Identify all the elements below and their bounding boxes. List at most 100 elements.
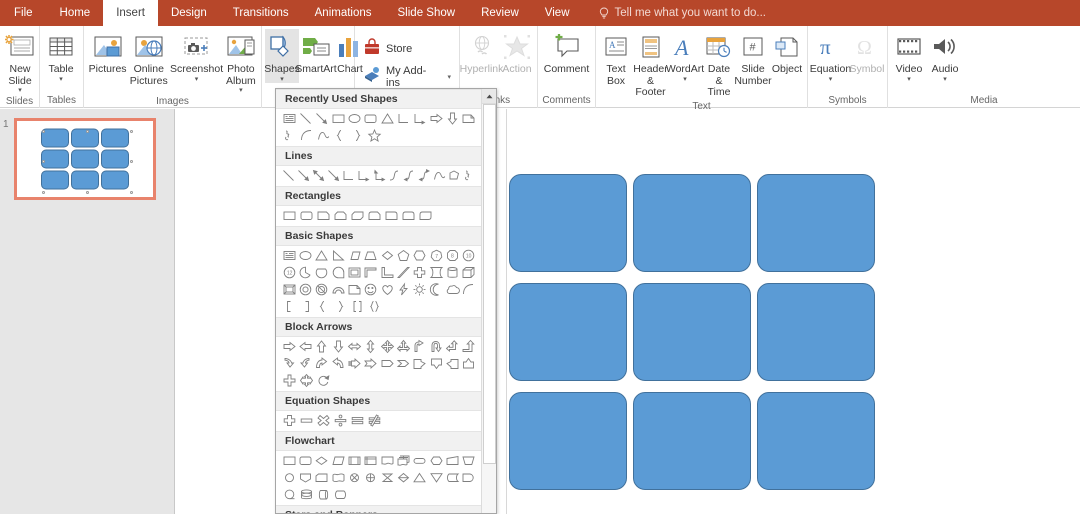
- right-arrow-icon[interactable]: [428, 110, 444, 127]
- flowchart-card-icon[interactable]: [314, 469, 330, 486]
- flowchart-punched-tape-icon[interactable]: [330, 469, 346, 486]
- round-same-side-corner-icon[interactable]: [400, 207, 417, 224]
- left-bracket-icon[interactable]: [281, 298, 298, 315]
- tab-review[interactable]: Review: [468, 0, 532, 26]
- rectangle-icon[interactable]: [330, 110, 346, 127]
- trapezoid-icon[interactable]: [363, 247, 379, 264]
- tab-file[interactable]: File: [0, 0, 47, 26]
- tab-view[interactable]: View: [532, 0, 583, 26]
- slide-shape-rounded-rectangle[interactable]: [633, 392, 751, 490]
- freeform-scribble-icon[interactable]: [462, 167, 477, 184]
- table-button[interactable]: Table ▾: [43, 29, 79, 83]
- scroll-up-arrow-icon[interactable]: [482, 89, 496, 104]
- donut-icon[interactable]: [297, 281, 313, 298]
- pentagon-arrow-icon[interactable]: [379, 355, 395, 372]
- flowchart-sort-icon[interactable]: [395, 469, 411, 486]
- pie-icon[interactable]: [297, 264, 313, 281]
- plus-sign-icon[interactable]: [281, 412, 298, 429]
- down-arrow-callout-icon[interactable]: [428, 355, 444, 372]
- audio-button[interactable]: Audio ▾: [927, 29, 963, 83]
- arc-icon[interactable]: [461, 281, 477, 298]
- curved-down-arrow-icon[interactable]: [330, 355, 346, 372]
- left-right-arrow-icon[interactable]: [346, 338, 362, 355]
- header-footer-button[interactable]: Header & Footer: [633, 29, 668, 99]
- scrollbar-thumb[interactable]: [483, 104, 496, 464]
- folded-corner-icon[interactable]: [346, 281, 362, 298]
- flowchart-predefined-process-icon[interactable]: [346, 452, 362, 469]
- slide-shape-rounded-rectangle[interactable]: [757, 392, 875, 490]
- tab-insert[interactable]: Insert: [103, 0, 158, 26]
- up-arrow-callout-icon[interactable]: [461, 355, 477, 372]
- snip-single-corner-icon[interactable]: [315, 207, 332, 224]
- rectangle-icon[interactable]: [281, 207, 298, 224]
- flowchart-sequential-access-icon[interactable]: [281, 486, 298, 503]
- connector-elbow-arrow-icon[interactable]: [356, 167, 371, 184]
- freeform-shape-icon[interactable]: [447, 167, 462, 184]
- slide-editing-canvas[interactable]: [506, 109, 1080, 514]
- half-frame-icon[interactable]: [363, 264, 379, 281]
- heptagon-icon[interactable]: 7: [428, 247, 444, 264]
- flowchart-process-icon[interactable]: [281, 452, 297, 469]
- shapes-gallery-dropdown[interactable]: Recently Used Shapes Lines Rectangles Basic…: [275, 88, 497, 514]
- photo-album-button[interactable]: Photo Album ▾: [224, 29, 258, 94]
- flowchart-internal-storage-icon[interactable]: [363, 452, 379, 469]
- pentagon-icon[interactable]: [395, 247, 411, 264]
- double-brace-icon[interactable]: [366, 298, 383, 315]
- online-pictures-button[interactable]: Online Pictures: [128, 29, 169, 87]
- round-single-corner-icon[interactable]: [383, 207, 400, 224]
- hexagon-icon[interactable]: [412, 247, 428, 264]
- block-arc-icon[interactable]: [330, 281, 346, 298]
- elbow-arrow-connector-icon[interactable]: [412, 110, 428, 127]
- chevron-down-icon[interactable]: ▾: [280, 76, 284, 83]
- flowchart-or-icon[interactable]: [363, 469, 379, 486]
- tab-transitions[interactable]: Transitions: [220, 0, 302, 26]
- right-arrow-callout-icon[interactable]: [412, 355, 428, 372]
- wordart-button[interactable]: A WordArt ▾: [666, 29, 704, 83]
- moon-icon[interactable]: [428, 281, 444, 298]
- snip-and-round-corner-icon[interactable]: [366, 207, 383, 224]
- curve-icon[interactable]: [432, 167, 447, 184]
- selection-handle[interactable]: [130, 129, 133, 133]
- parallelogram-icon[interactable]: [346, 247, 362, 264]
- connector-elbow-icon[interactable]: [341, 167, 356, 184]
- slide-thumbnail-1[interactable]: [14, 118, 156, 200]
- flowchart-manual-input-icon[interactable]: [444, 452, 460, 469]
- isosceles-triangle-icon[interactable]: [379, 110, 395, 127]
- line-arrow-icon[interactable]: [314, 110, 330, 127]
- diagonal-stripe-icon[interactable]: [395, 264, 411, 281]
- cross-icon[interactable]: [412, 264, 428, 281]
- freeform-scribble-icon[interactable]: [281, 127, 298, 144]
- octagon-icon[interactable]: 8: [444, 247, 460, 264]
- no-symbol-icon[interactable]: [314, 281, 330, 298]
- lightning-bolt-icon[interactable]: [395, 281, 411, 298]
- flowchart-extract-icon[interactable]: [412, 469, 428, 486]
- left-brace-icon[interactable]: [332, 127, 349, 144]
- curve-icon[interactable]: [315, 127, 332, 144]
- curved-up-arrow-icon[interactable]: [314, 355, 330, 372]
- flowchart-decision-icon[interactable]: [314, 452, 330, 469]
- object-button[interactable]: Object: [770, 29, 804, 76]
- shapes-button[interactable]: Shapes ▾: [264, 29, 300, 83]
- left-up-arrow-icon[interactable]: [444, 338, 460, 355]
- selection-handle[interactable]: [130, 160, 133, 163]
- cross-arrow-icon[interactable]: [281, 372, 298, 389]
- connector-curved-icon[interactable]: [387, 167, 402, 184]
- bent-up-arrow-icon[interactable]: [461, 338, 477, 355]
- down-arrow-icon[interactable]: [330, 338, 346, 355]
- circular-arrow-icon[interactable]: [315, 372, 332, 389]
- selection-handle[interactable]: [130, 190, 133, 194]
- isosceles-triangle-icon[interactable]: [314, 247, 330, 264]
- left-arrow-icon[interactable]: [297, 338, 313, 355]
- store-button[interactable]: Store: [358, 36, 417, 63]
- chevron-down-icon[interactable]: ▾: [829, 76, 833, 83]
- rounded-rectangle-icon[interactable]: [298, 207, 315, 224]
- arc-icon[interactable]: [298, 127, 315, 144]
- video-button[interactable]: Video ▾: [891, 29, 927, 83]
- pictures-button[interactable]: Pictures: [87, 29, 128, 76]
- frame-icon[interactable]: [346, 264, 362, 281]
- rectangle-folded-corner-icon[interactable]: [461, 110, 477, 127]
- line-arrow-icon[interactable]: [296, 167, 311, 184]
- connector-curved-double-arrow-icon[interactable]: [417, 167, 432, 184]
- flowchart-preparation-icon[interactable]: [428, 452, 444, 469]
- flowchart-merge-icon[interactable]: [428, 469, 444, 486]
